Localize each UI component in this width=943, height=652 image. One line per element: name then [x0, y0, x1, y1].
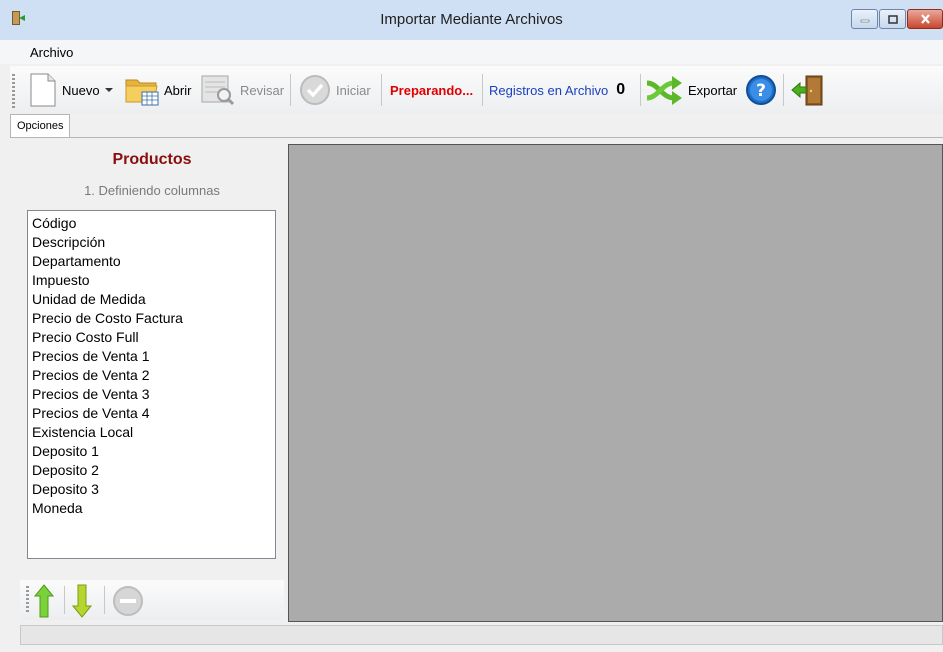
nuevo-label: Nuevo: [62, 82, 100, 98]
check-circle-icon: [300, 75, 330, 105]
window-title: Importar Mediante Archivos: [380, 11, 563, 28]
list-item[interactable]: Descripción: [32, 233, 271, 252]
minimize-icon: [860, 19, 869, 23]
toolbar-separator: [640, 74, 641, 106]
menu-archivo[interactable]: Archivo: [30, 45, 73, 60]
arrow-down-icon[interactable]: [72, 584, 92, 618]
list-item[interactable]: Deposito 1: [32, 442, 271, 461]
arrow-up-icon[interactable]: [34, 584, 54, 618]
close-button[interactable]: [907, 9, 943, 29]
panel-title: Productos: [112, 151, 192, 168]
status-text: Preparando...: [390, 82, 474, 98]
nuevo-button[interactable]: Nuevo: [28, 66, 114, 114]
bar-separator: [104, 586, 105, 614]
bar-separator: [64, 586, 65, 614]
review-icon: [201, 75, 235, 106]
maximize-button[interactable]: [879, 9, 906, 29]
bar-grip[interactable]: [26, 586, 29, 614]
registros-indicator: Registros en Archivo 0: [489, 66, 625, 114]
minimize-button[interactable]: [851, 9, 878, 29]
toolbar-separator: [482, 74, 483, 106]
list-item[interactable]: Precios de Venta 4: [32, 404, 271, 423]
title-bar: Importar Mediante Archivos: [0, 0, 943, 41]
list-item[interactable]: Impuesto: [32, 271, 271, 290]
help-button[interactable]: ?: [745, 66, 777, 114]
registros-count: 0: [616, 81, 626, 98]
list-item[interactable]: Precios de Venta 2: [32, 366, 271, 385]
exit-button[interactable]: [790, 66, 826, 114]
abrir-label: Abrir: [164, 82, 192, 98]
toolbar-separator: [783, 74, 784, 106]
list-item[interactable]: Departamento: [32, 252, 271, 271]
tab-opciones[interactable]: Opciones: [10, 114, 71, 137]
list-item[interactable]: Código: [32, 214, 271, 233]
revisar-label: Revisar: [240, 82, 285, 98]
menu-bar: Archivo: [0, 40, 943, 64]
columns-listbox[interactable]: Código Descripción Departamento Impuesto Uni…: [27, 210, 276, 559]
maximize-icon: [887, 14, 898, 24]
toolbar-separator: [381, 74, 382, 106]
list-item[interactable]: Moneda: [32, 499, 271, 518]
list-item[interactable]: Unidad de Medida: [32, 290, 271, 309]
document-new-icon: [30, 73, 56, 107]
status-bar: [20, 625, 943, 645]
toolbar: Nuevo Abrir Revisar Iniciar Preparando..…: [10, 66, 943, 114]
svg-text:?: ?: [756, 81, 766, 101]
folder-open-icon: [125, 79, 159, 106]
close-icon: [920, 14, 930, 24]
list-item[interactable]: Precio Costo Full: [32, 328, 271, 347]
order-buttons-bar: [20, 580, 284, 620]
list-item[interactable]: Existencia Local: [32, 423, 271, 442]
list-item[interactable]: Precios de Venta 3: [32, 385, 271, 404]
toolbar-separator: [290, 74, 291, 106]
exportar-label: Exportar: [688, 82, 738, 98]
abrir-button[interactable]: Abrir: [124, 66, 191, 114]
iniciar-label: Iniciar: [336, 82, 371, 98]
remove-icon[interactable]: [112, 585, 144, 617]
list-item[interactable]: Precio de Costo Factura: [32, 309, 271, 328]
chevron-down-icon: [104, 88, 113, 92]
options-panel: Productos 1. Definiendo columnas Código D…: [20, 140, 284, 620]
registros-label: Registros en Archivo: [489, 82, 609, 98]
tab-strip: Opciones: [10, 114, 943, 138]
data-preview-area[interactable]: [288, 144, 943, 622]
help-icon: ?: [746, 75, 776, 105]
list-item[interactable]: Deposito 2: [32, 461, 271, 480]
exportar-button[interactable]: Exportar: [644, 66, 737, 114]
revisar-button[interactable]: Revisar: [200, 66, 284, 114]
exit-door-icon: [791, 75, 823, 106]
shuffle-export-icon: [646, 76, 682, 105]
iniciar-button[interactable]: Iniciar: [298, 66, 371, 114]
list-item[interactable]: Precios de Venta 1: [32, 347, 271, 366]
list-item[interactable]: Deposito 3: [32, 480, 271, 499]
panel-subtitle: 1. Definiendo columnas: [84, 183, 220, 198]
toolbar-grip[interactable]: [12, 74, 15, 108]
